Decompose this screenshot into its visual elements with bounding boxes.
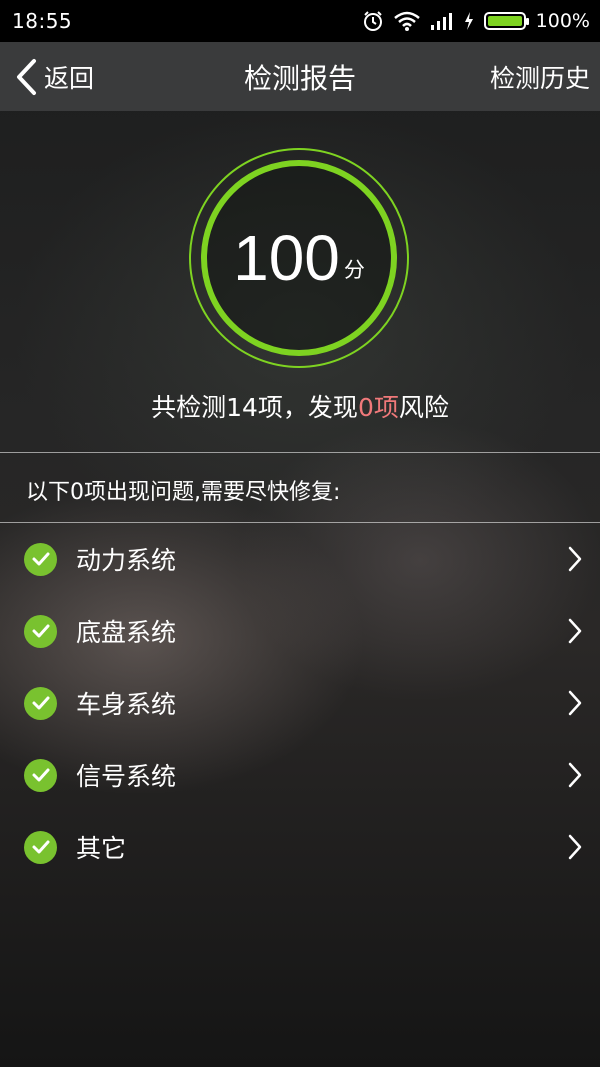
alarm-icon xyxy=(363,11,382,31)
status-icons: 100% xyxy=(362,10,590,32)
system-item-label: 其它 xyxy=(76,834,127,863)
system-item-signal[interactable]: 信号系统 xyxy=(0,739,600,811)
chevron-right-icon xyxy=(568,762,582,788)
issues-header: 以下0项出现问题,需要尽快修复: xyxy=(26,480,341,505)
system-list: 动力系统 底盘系统 车身系统 信号系统 其它 xyxy=(0,523,600,883)
check-circle-icon xyxy=(24,614,57,648)
battery-percent: 100% xyxy=(535,10,590,32)
check-circle-icon xyxy=(24,830,57,864)
history-button[interactable]: 检测历史 xyxy=(490,42,590,111)
status-time: 18:55 xyxy=(12,9,73,33)
back-button[interactable]: 返回 xyxy=(14,42,94,111)
summary-suffix: 风险 xyxy=(398,393,449,422)
wifi-icon xyxy=(393,11,420,31)
summary-prefix: 共检测14项，发现 xyxy=(151,393,358,422)
back-label: 返回 xyxy=(44,63,95,93)
chevron-right-icon xyxy=(568,690,582,716)
score-value: 100 xyxy=(233,222,340,294)
check-circle-icon xyxy=(24,542,57,576)
system-item-label: 底盘系统 xyxy=(76,618,177,647)
system-item-power[interactable]: 动力系统 xyxy=(0,523,600,595)
system-item-body[interactable]: 车身系统 xyxy=(0,667,600,739)
system-item-label: 车身系统 xyxy=(76,690,177,719)
battery-icon xyxy=(483,12,529,30)
check-circle-icon xyxy=(24,758,57,792)
check-circle-icon xyxy=(24,686,57,720)
score-unit: 分 xyxy=(343,258,365,282)
signal-icon xyxy=(430,13,452,30)
chevron-right-icon xyxy=(568,546,582,572)
chevron-right-icon xyxy=(568,618,582,644)
charging-icon xyxy=(464,12,473,30)
system-item-other[interactable]: 其它 xyxy=(0,811,600,883)
battery-level xyxy=(487,16,522,26)
score-display: 100 分 xyxy=(188,147,410,369)
chevron-right-icon xyxy=(568,834,582,860)
status-bar: 18:55 100% xyxy=(0,0,600,42)
system-item-label: 信号系统 xyxy=(76,762,177,791)
scan-summary: 共检测14项，发现0项风险 xyxy=(0,388,600,424)
nav-bar: 返回 检测报告 检测历史 xyxy=(0,42,600,111)
divider xyxy=(0,452,600,453)
risk-count: 0项 xyxy=(357,393,399,422)
system-item-label: 动力系统 xyxy=(76,546,177,575)
system-item-chassis[interactable]: 底盘系统 xyxy=(0,595,600,667)
chevron-left-icon xyxy=(17,58,36,95)
